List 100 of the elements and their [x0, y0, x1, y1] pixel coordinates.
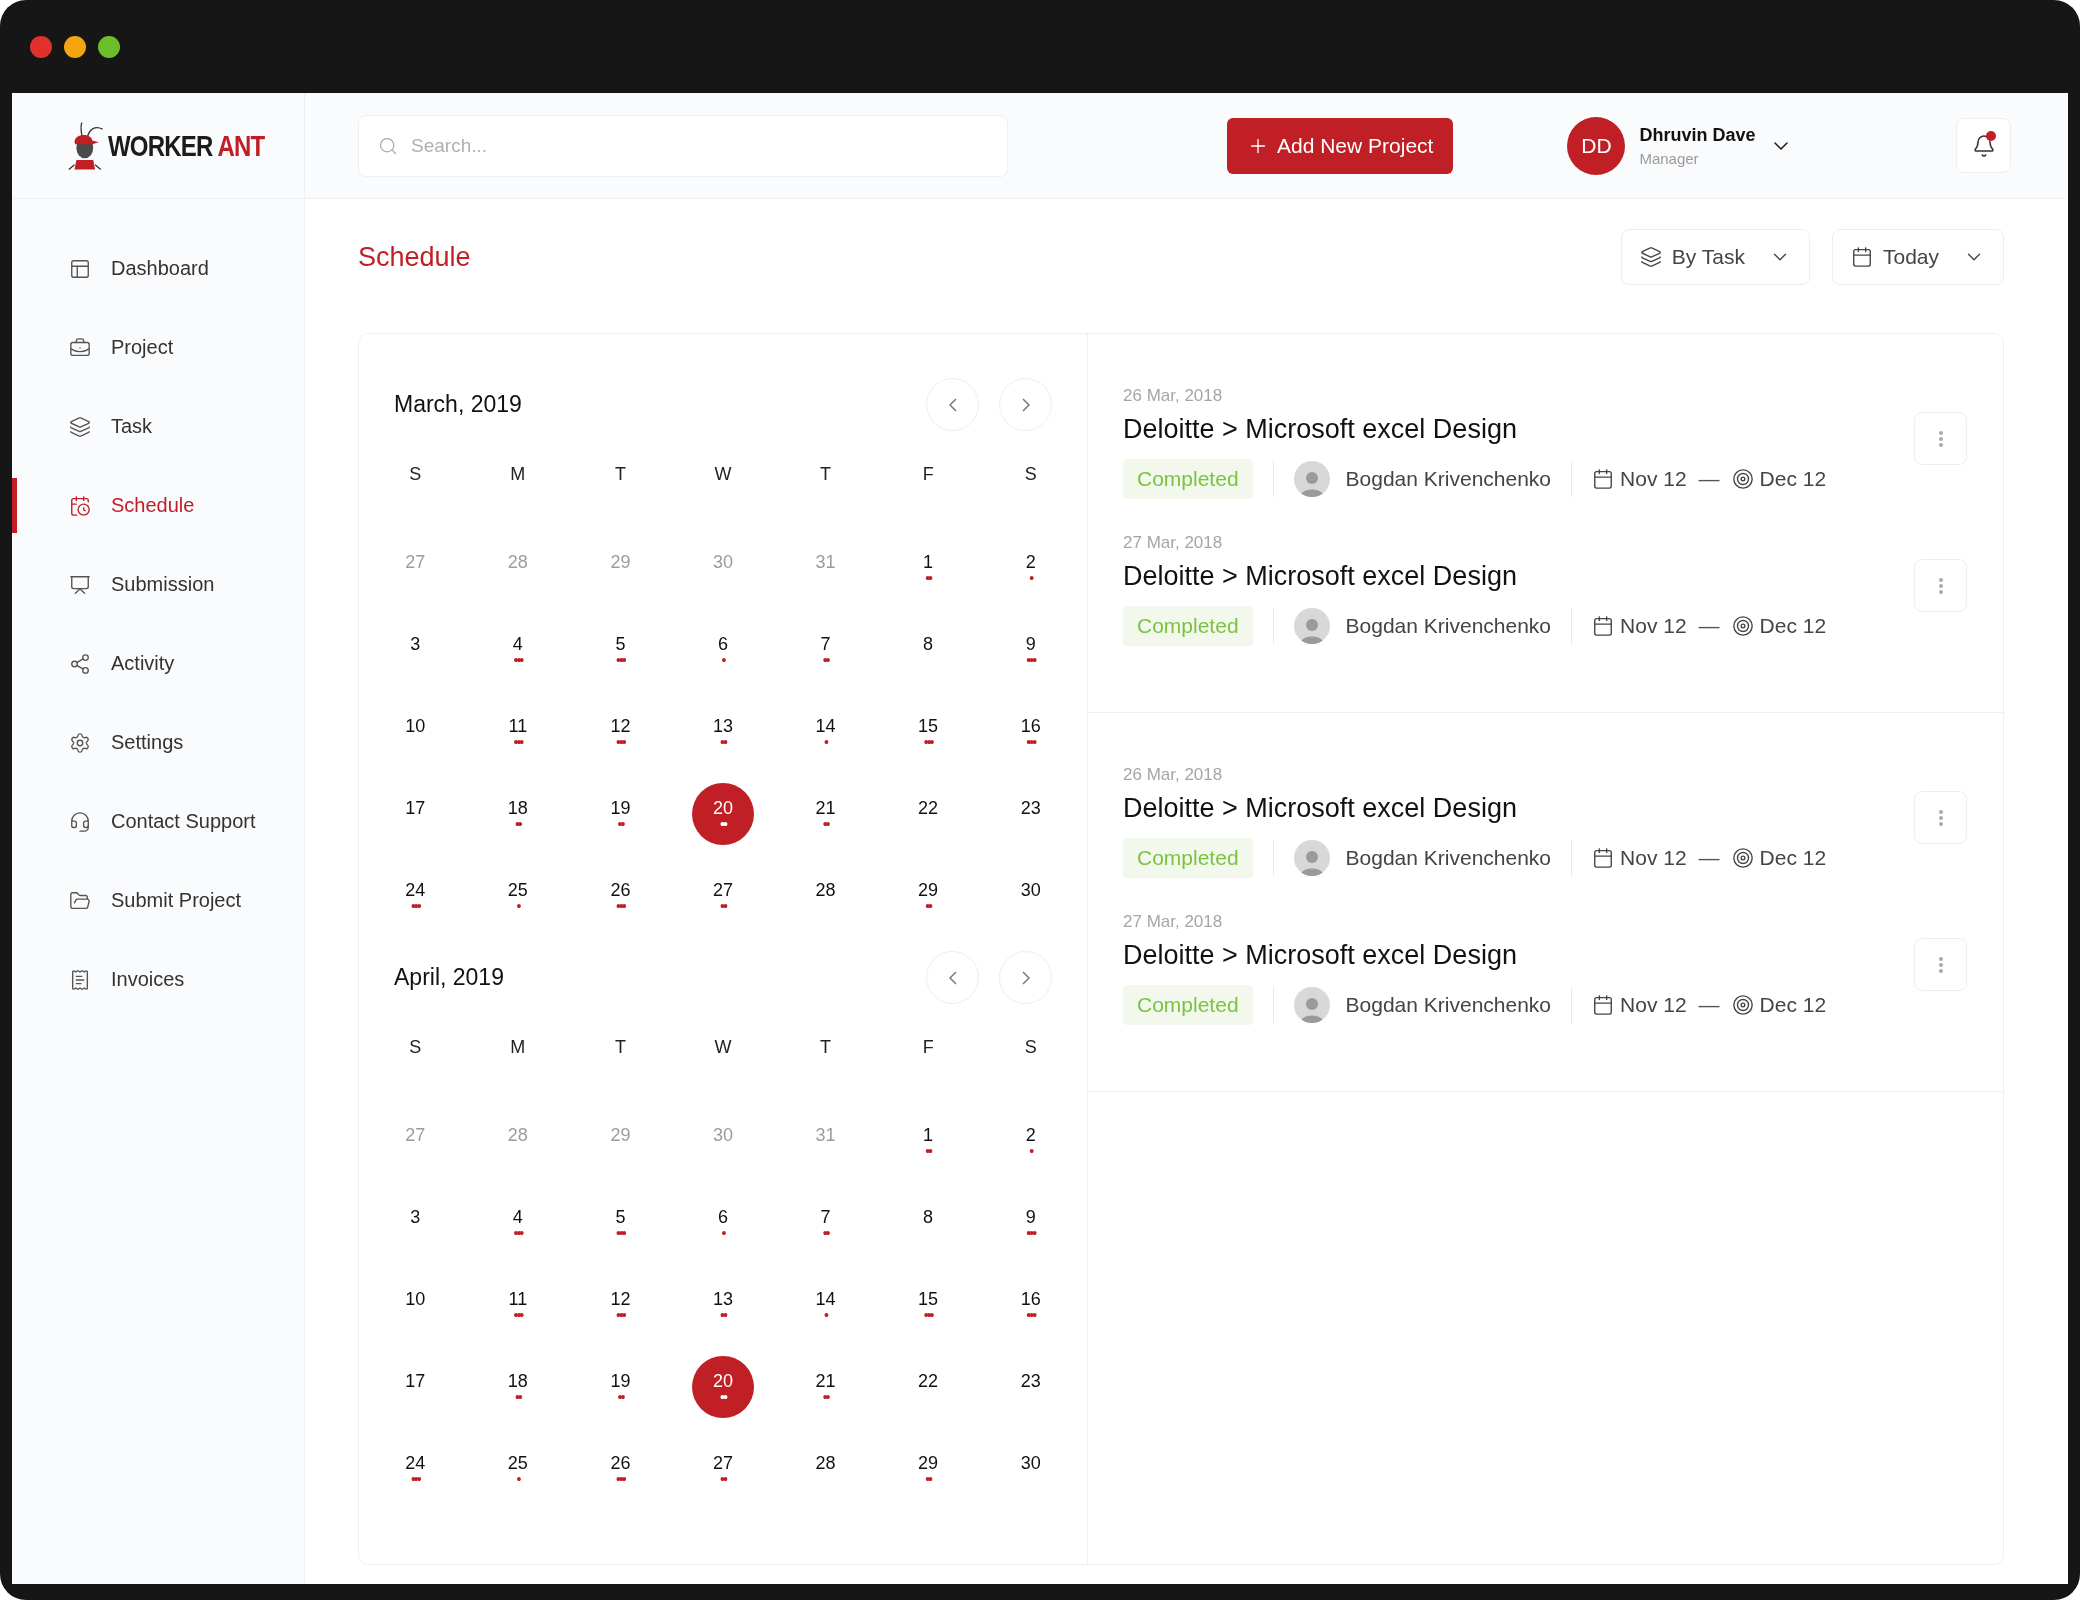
next-month-button[interactable] — [999, 951, 1052, 1004]
calendar-day[interactable]: 6 • — [692, 1192, 754, 1254]
calendar-day[interactable]: 3 — [384, 1192, 447, 1254]
calendar-day[interactable]: 1 •• — [897, 1110, 960, 1172]
calendar-day[interactable]: 11 ••• — [486, 1274, 549, 1336]
calendar-day[interactable]: 12 ••• — [589, 1274, 652, 1336]
calendar-day[interactable]: 20 •• — [692, 783, 754, 845]
calendar-day[interactable]: 29 •• — [897, 1438, 960, 1500]
calendar-day[interactable]: 7 •• — [794, 619, 857, 681]
calendar-day[interactable]: 13 •• — [692, 701, 754, 763]
calendar-day[interactable]: 12 ••• — [589, 701, 652, 763]
calendar-day[interactable]: 21 •• — [794, 783, 857, 845]
calendar-day[interactable]: 4 ••• — [486, 619, 549, 681]
sidebar-item[interactable]: Schedule — [12, 466, 304, 545]
calendar-day[interactable]: 14 • — [794, 1274, 857, 1336]
calendar-day[interactable]: 9 ••• — [999, 619, 1062, 681]
status-badge: Completed — [1123, 985, 1253, 1025]
filter-dropdown[interactable]: Today — [1831, 229, 2004, 285]
calendar-day[interactable]: 30 — [999, 1438, 1062, 1500]
calendar-day[interactable]: 5 ••• — [589, 619, 652, 681]
more-options-button[interactable] — [1914, 938, 1967, 991]
calendar-day[interactable]: 26 ••• — [589, 865, 652, 927]
calendar-day[interactable]: 24 ••• — [384, 865, 447, 927]
calendar-day[interactable]: 18 •• — [486, 1356, 549, 1418]
calendar-day[interactable]: 28 — [794, 865, 857, 927]
calendar-day[interactable]: 24 ••• — [384, 1438, 447, 1500]
close-window-icon[interactable] — [30, 35, 52, 58]
weekday-label: F — [922, 463, 934, 485]
more-options-button[interactable] — [1914, 412, 1967, 465]
task-title: Deloitte > Microsoft excel Design — [1123, 414, 1518, 445]
start-date: Nov 12 — [1620, 467, 1687, 491]
calendar-day[interactable]: 27 •• — [692, 1438, 754, 1500]
calendar-day[interactable]: 8 — [897, 619, 960, 681]
calendar-day[interactable]: 17 — [384, 783, 447, 845]
add-new-project-button[interactable]: Add New Project — [1227, 117, 1454, 174]
calendar-day[interactable]: 26 ••• — [589, 1438, 652, 1500]
calendar-day[interactable]: 21 •• — [794, 1356, 857, 1418]
calendar-day[interactable]: 16 ••• — [999, 1274, 1062, 1336]
sidebar-item[interactable]: Task — [12, 387, 304, 466]
search-field[interactable]: Search... — [358, 114, 1008, 177]
sidebar-item[interactable]: Contact Support — [12, 782, 304, 861]
calendar-day[interactable]: 20 •• — [692, 1356, 754, 1418]
calendar-day[interactable]: 23 — [999, 1356, 1062, 1418]
notifications-button[interactable] — [1956, 118, 2011, 173]
calendar-day[interactable]: 10 — [384, 1274, 447, 1336]
sidebar-item[interactable]: Submit Project — [12, 861, 304, 940]
calendar-day[interactable]: 5 ••• — [589, 1192, 652, 1254]
month-title: March, 2019 — [394, 391, 522, 418]
calendar-day[interactable]: 18 •• — [486, 783, 549, 845]
previous-month-button[interactable] — [926, 951, 979, 1004]
calendar-day[interactable]: 19 •• — [589, 783, 652, 845]
calendar-day[interactable]: 30 — [999, 865, 1062, 927]
calendar-day[interactable]: 10 — [384, 701, 447, 763]
calendar-day[interactable]: 14 • — [794, 701, 857, 763]
next-month-button[interactable] — [999, 378, 1052, 431]
more-options-button[interactable] — [1914, 559, 1967, 612]
weekday-label: M — [510, 1036, 526, 1058]
calendar-day[interactable]: 11 ••• — [486, 701, 549, 763]
calendar-day[interactable]: 15 ••• — [897, 701, 960, 763]
calendar-icon — [1850, 246, 1873, 268]
minimize-window-icon[interactable] — [64, 35, 86, 58]
calendar-day[interactable]: 19 •• — [589, 1356, 652, 1418]
start-date: Nov 12 — [1620, 993, 1687, 1017]
chevron-right-icon — [1021, 397, 1030, 412]
calendar-day[interactable]: 2 • — [999, 537, 1062, 599]
sidebar-item[interactable]: Settings — [12, 703, 304, 782]
end-date: Dec 12 — [1759, 846, 1827, 870]
calendar-day[interactable]: 25 • — [486, 865, 549, 927]
sidebar-item[interactable]: Submission — [12, 545, 304, 624]
calendar-day[interactable]: 29 •• — [897, 865, 960, 927]
calendar-day[interactable]: 23 — [999, 783, 1062, 845]
sidebar-item[interactable]: Project — [12, 308, 304, 387]
weekday-label: S — [409, 1036, 422, 1058]
chevron-left-icon — [948, 970, 957, 985]
calendar-day[interactable]: 8 — [897, 1192, 960, 1254]
calendar-day[interactable]: 16 ••• — [999, 701, 1062, 763]
calendar-day[interactable]: 7 •• — [794, 1192, 857, 1254]
calendar-day[interactable]: 6 • — [692, 619, 754, 681]
more-options-button[interactable] — [1914, 791, 1967, 844]
calendar-day[interactable]: 22 — [897, 783, 960, 845]
previous-month-button[interactable] — [926, 378, 979, 431]
filter-dropdown[interactable]: By Task — [1620, 229, 1810, 285]
chevron-right-icon — [1021, 970, 1030, 985]
calendar-day[interactable]: 22 — [897, 1356, 960, 1418]
calendar-day[interactable]: 13 •• — [692, 1274, 754, 1336]
maximize-window-icon[interactable] — [98, 35, 120, 58]
calendar-day[interactable]: 15 ••• — [897, 1274, 960, 1336]
calendar-day[interactable]: 27 •• — [692, 865, 754, 927]
calendar-day[interactable]: 9 ••• — [999, 1192, 1062, 1254]
calendar-day[interactable]: 1 •• — [897, 537, 960, 599]
sidebar-item[interactable]: Activity — [12, 624, 304, 703]
sidebar-item[interactable]: Dashboard — [12, 229, 304, 308]
sidebar-item[interactable]: Invoices — [12, 940, 304, 1019]
chevron-left-icon — [948, 397, 957, 412]
calendar-day[interactable]: 25 • — [486, 1438, 549, 1500]
calendar-day[interactable]: 28 — [794, 1438, 857, 1500]
calendar-day[interactable]: 4 ••• — [486, 1192, 549, 1254]
calendar-day[interactable]: 2 • — [999, 1110, 1062, 1172]
calendar-day[interactable]: 17 — [384, 1356, 447, 1418]
calendar-day[interactable]: 3 — [384, 619, 447, 681]
